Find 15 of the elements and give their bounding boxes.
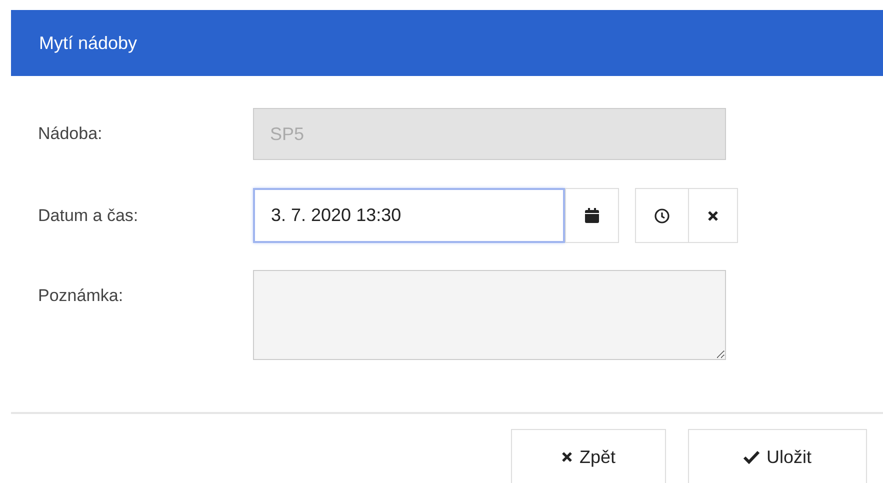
- date-time-field[interactable]: 3. 7. 2020 13:30: [253, 188, 565, 243]
- close-icon: [561, 451, 574, 463]
- note-field[interactable]: [253, 270, 726, 360]
- clock-icon: [654, 208, 670, 224]
- save-button[interactable]: Uložit: [688, 429, 867, 483]
- close-icon: [707, 210, 719, 222]
- field-label: Poznámka:: [38, 285, 124, 307]
- field-label: Datum a čas:: [38, 205, 140, 227]
- calendar-icon: [585, 208, 599, 223]
- field-label: Nádoba:: [38, 123, 104, 145]
- calendar-button[interactable]: [565, 188, 619, 243]
- back-button[interactable]: Zpět: [511, 429, 666, 483]
- check-icon: [743, 450, 760, 464]
- clock-button[interactable]: [635, 188, 689, 243]
- dialog-title: Mytí nádoby: [39, 32, 138, 54]
